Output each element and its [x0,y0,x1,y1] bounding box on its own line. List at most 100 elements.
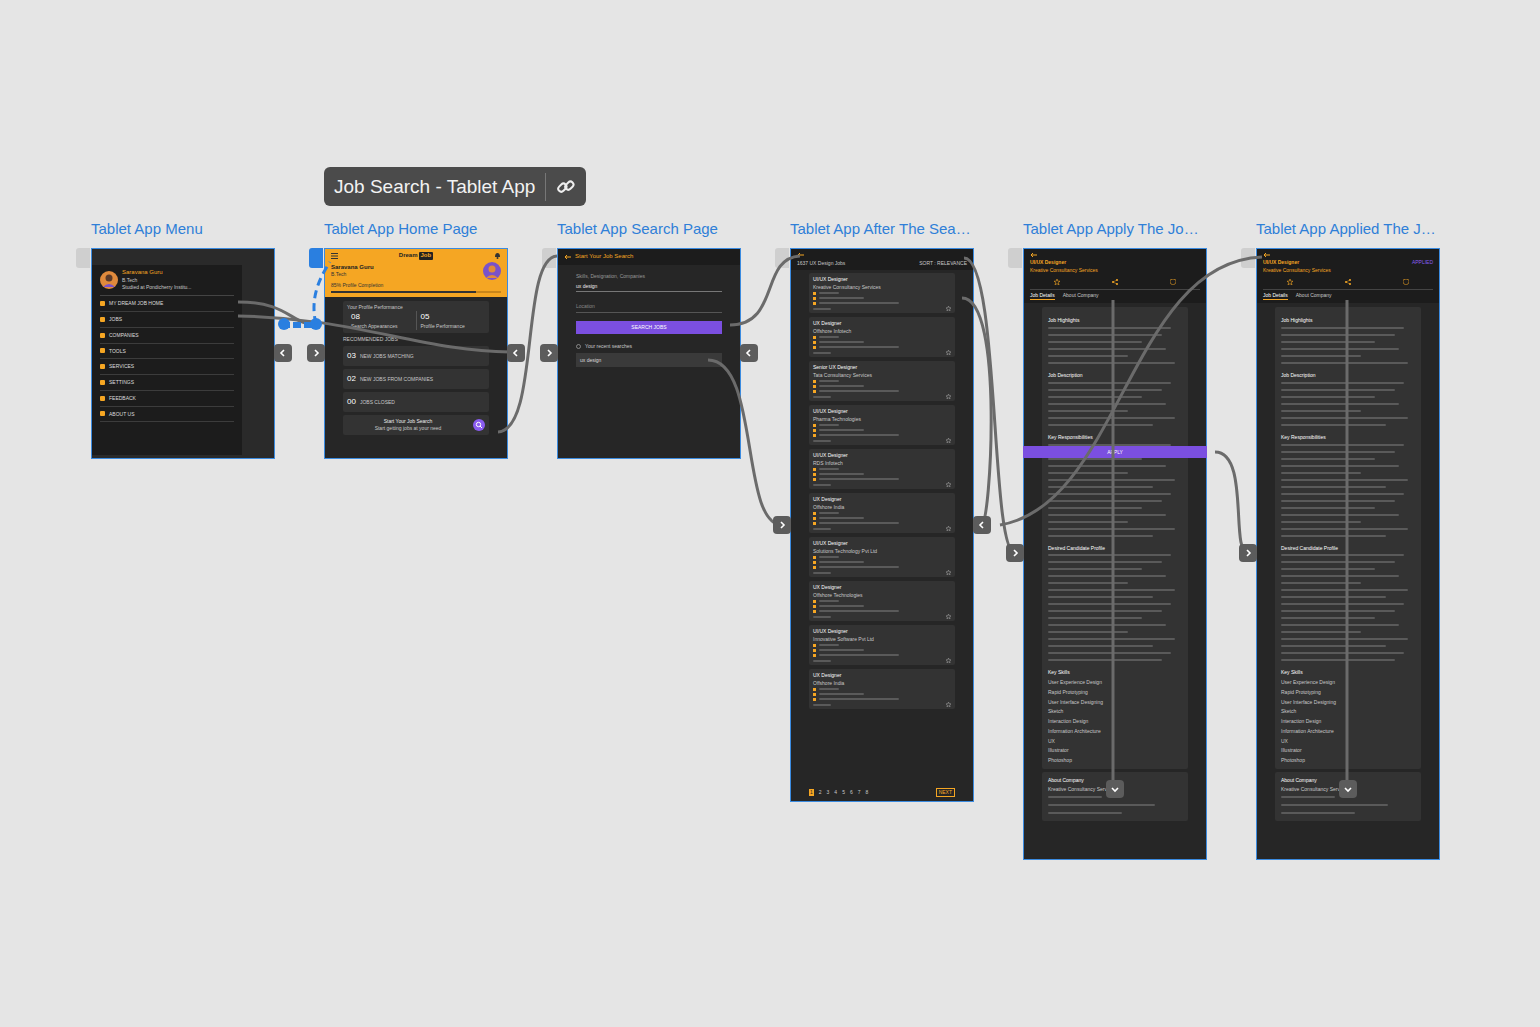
tab[interactable]: Job Details [1030,291,1055,301]
job-card[interactable]: UI/UX DesignerInnovative Software Pvt Lt… [809,625,955,665]
design-canvas[interactable]: Job Search - Tablet App Tablet App Menu Sa… [0,0,1540,1027]
text-line [1281,355,1361,357]
job-card[interactable]: UI/UX DesignerRDS Infotech [809,449,955,489]
page-number[interactable]: 4 [834,789,837,796]
artboard-title[interactable]: Tablet App After The Sea… [790,220,971,238]
page-number[interactable]: 8 [865,789,868,796]
text-line [1048,348,1166,350]
job-card[interactable]: UI/UX DesignerPharma Technologies [809,405,955,445]
artboard-title[interactable]: Tablet App Applied The J… [1256,220,1436,238]
sort[interactable]: SORT : RELEVANCE [919,260,967,267]
star-icon [946,614,951,619]
connector-handle[interactable] [1239,544,1257,562]
page-number[interactable]: 5 [842,789,845,796]
text-line [1281,389,1395,391]
connector-handle[interactable] [1106,780,1124,798]
logo: DreamJob [399,252,433,260]
tab[interactable]: Job Details [1263,291,1288,301]
tab[interactable]: About Company [1296,291,1332,300]
artboard[interactable]: UI/UX DesignerAPPLIEDKreative Consultanc… [1256,248,1440,860]
detail-body: Job HighlightsJob DescriptionKey Respons… [1024,303,1206,859]
job-card[interactable]: UX DesignerOffshore Technologies [809,581,955,621]
artboard-title[interactable]: Tablet App Menu [91,220,203,238]
connector-handle[interactable] [740,344,758,362]
page-number[interactable]: 6 [850,789,853,796]
flow-tooltip[interactable]: Job Search - Tablet App [324,167,586,206]
connector-handle[interactable] [507,344,525,362]
back-icon [797,252,804,258]
job-card[interactable]: Senior UX DesignerTata Consultancy Servi… [809,361,955,401]
results-header: 1637 UX Design JobsSORT : RELEVANCE [791,249,973,270]
menu-item[interactable]: JOBS [100,312,234,328]
job-stat-row[interactable]: 00JOBS CLOSED [343,392,489,412]
connector-handle[interactable] [540,344,558,362]
artboard[interactable]: DreamJobSaravana GuruB.Tech85% Profile C… [324,248,508,459]
skill: Sketch [1048,708,1182,715]
connector-handle[interactable] [307,344,325,362]
skills-field[interactable]: ux design [576,283,722,293]
artboard-title[interactable]: Tablet App Apply The Jo… [1023,220,1199,238]
text-line [1281,410,1361,412]
page-number[interactable]: 3 [827,789,830,796]
text-line [1048,568,1142,570]
job-title: UI/UX Designer [813,408,951,415]
page-number[interactable]: 1 [809,789,814,796]
job-company: Solutions Technology Pvt Ltd [813,548,951,555]
connector-handle[interactable] [973,516,991,534]
back-icon [564,254,571,260]
artboard[interactable]: 1637 UX Design JobsSORT : RELEVANCE UI/UX… [790,248,974,802]
recent-search[interactable]: ux design [576,353,722,368]
artboard[interactable]: Start Your Job SearchSkills, Designation… [557,248,741,459]
job-stat-row[interactable]: 03NEW JOBS MATCHING [343,346,489,366]
search-button[interactable]: SEARCH JOBS [576,321,722,334]
job-card[interactable]: UI/UX DesignerKreative Consultancy Servi… [809,273,955,313]
artboard-title[interactable]: Tablet App Home Page [324,220,477,238]
flow-name: Job Search - Tablet App [334,176,535,198]
job-card[interactable]: UI/UX DesignerSolutions Technology Pvt L… [809,537,955,577]
menu-item[interactable]: MY DREAM JOB HOME [100,296,234,312]
connector-handle[interactable] [773,516,791,534]
text-line [1281,521,1361,523]
text-line [1281,652,1404,654]
title-row: UI/UX DesignerAPPLY [1030,259,1200,266]
apply-button[interactable]: APPLY [1023,446,1207,458]
menu-item[interactable]: FEEDBACK [100,391,234,407]
text-line [1048,521,1128,523]
job-card[interactable]: UX DesignerOffshore India [809,669,955,709]
artboard[interactable]: Saravana GuruB.TechStudied at Pondicherr… [91,248,275,459]
artboard[interactable]: UI/UX DesignerAPPLYKreative Consultancy … [1023,248,1207,860]
search-prompt[interactable]: Start Your Job SearchStart getting jobs … [343,415,489,435]
job-footer [813,482,951,487]
location-field[interactable]: Location [576,295,722,313]
artboard-title[interactable]: Tablet App Search Page [557,220,718,238]
stat[interactable]: 05Profile Performance [416,311,486,330]
text-line [1048,624,1166,626]
connector-handle[interactable] [1006,544,1024,562]
job-company: Offshore Technologies [813,592,951,599]
profile[interactable]: Saravana GuruB.Tech [331,262,501,280]
search-icon [473,419,485,431]
progress-fill [331,291,476,293]
tab[interactable]: About Company [1063,291,1099,300]
job-card[interactable]: UX DesignerOffshore Infotech [809,317,955,357]
menu-item[interactable]: SERVICES [100,359,234,375]
job-title: UX Designer [813,496,951,503]
back-icon [1263,252,1270,258]
next-button[interactable]: NEXT [936,788,955,797]
top-bar: DreamJob [331,252,501,260]
menu-item[interactable]: ABOUT US [100,407,234,423]
menu-item[interactable]: SETTINGS [100,375,234,391]
page-number[interactable]: 7 [858,789,861,796]
connector-handle[interactable] [274,344,292,362]
profile[interactable]: Saravana GuruB.TechStudied at Pondicherr… [100,269,234,296]
meta-icon [813,556,816,559]
job-card[interactable]: UX DesignerOffshore India [809,493,955,533]
menu-item[interactable]: TOOLS [100,344,234,360]
connector-handle[interactable] [1339,780,1357,798]
job-stat-row[interactable]: 02NEW JOBS FROM COMPANIES [343,369,489,389]
stat[interactable]: 08Search Appearances [347,311,416,330]
page-number[interactable]: 2 [819,789,822,796]
menu-item[interactable]: COMPANIES [100,328,234,344]
recommended-title: RECOMMENDED JOBS [343,336,489,343]
search-form: Skills, Designation, Companiesux designL… [558,265,740,376]
